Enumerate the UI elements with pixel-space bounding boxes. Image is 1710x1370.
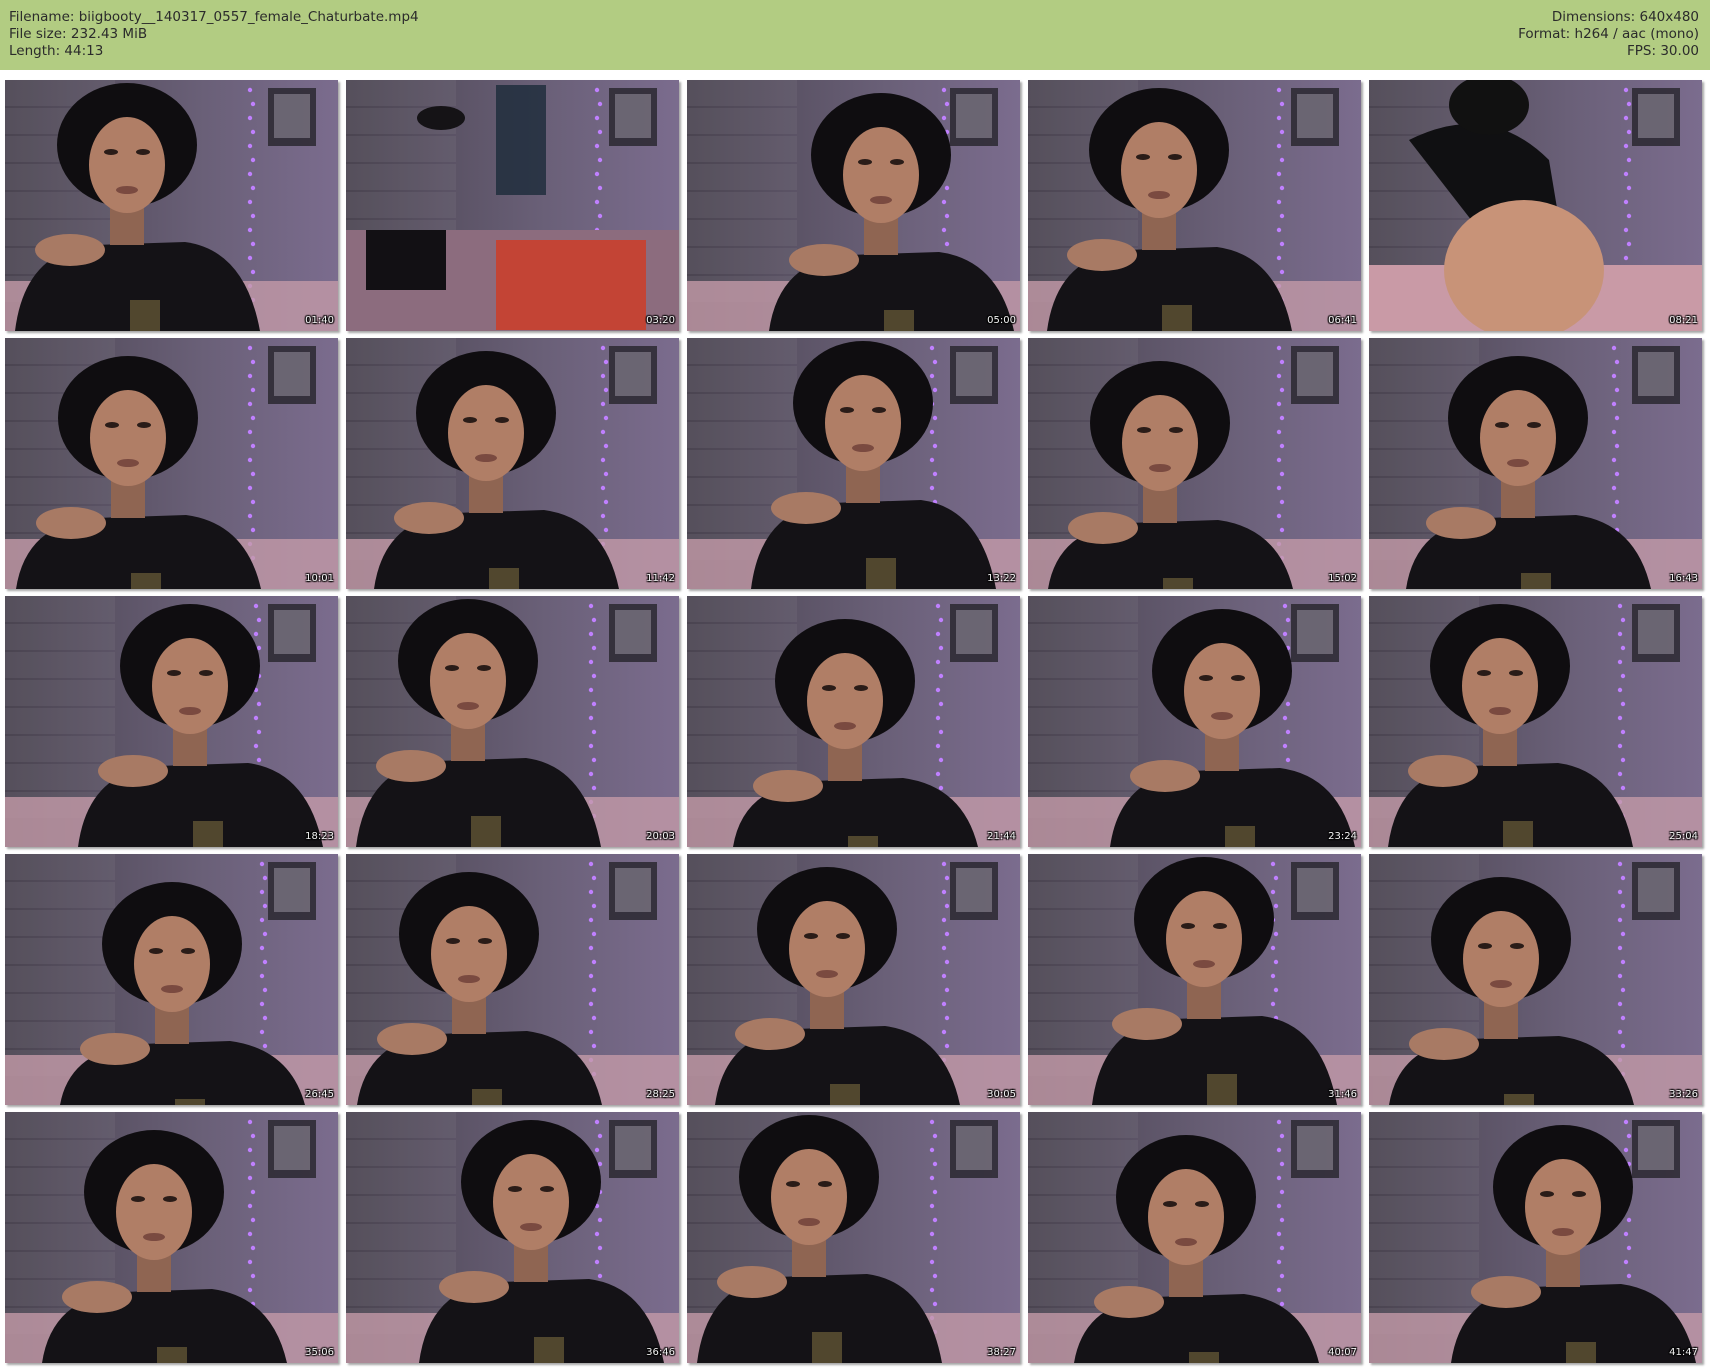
thumbnail-timestamp: 05:00 bbox=[987, 315, 1016, 326]
video-thumbnail: 05:00 bbox=[687, 80, 1020, 331]
filesize-text: File size: 232.43 MiB bbox=[9, 26, 148, 42]
frame-image bbox=[687, 596, 1020, 847]
length-text: Length: 44:13 bbox=[9, 43, 104, 59]
video-thumbnail: 26:45 bbox=[5, 854, 338, 1105]
thumbnail-timestamp: 03:20 bbox=[646, 315, 675, 326]
thumbnail-timestamp: 23:24 bbox=[1328, 831, 1357, 842]
video-thumbnail: 36:46 bbox=[346, 1112, 679, 1363]
video-thumbnail: 08:21 bbox=[1369, 80, 1702, 331]
thumbnail-timestamp: 11:42 bbox=[646, 573, 675, 584]
thumbnail-timestamp: 18:23 bbox=[305, 831, 334, 842]
video-thumbnail: 03:20 bbox=[346, 80, 679, 331]
video-thumbnail: 16:43 bbox=[1369, 338, 1702, 589]
thumbnail-timestamp: 08:21 bbox=[1669, 315, 1698, 326]
info-header: Filename: biigbooty__140317_0557_female_… bbox=[0, 0, 1710, 70]
frame-image bbox=[346, 338, 679, 589]
format-text: Format: h264 / aac (mono) bbox=[1518, 26, 1699, 42]
video-thumbnail: 31:46 bbox=[1028, 854, 1361, 1105]
thumbnail-timestamp: 40:07 bbox=[1328, 1347, 1357, 1358]
thumbnail-timestamp: 41:47 bbox=[1669, 1347, 1698, 1358]
frame-image bbox=[1028, 338, 1361, 589]
thumbnail-grid: 01:40 03:20 05:00 06:41 08:21 10:01 11:42 13:22… bbox=[5, 80, 1702, 1363]
video-thumbnail: 20:03 bbox=[346, 596, 679, 847]
thumbnail-timestamp: 35:06 bbox=[305, 1347, 334, 1358]
frame-image bbox=[346, 854, 679, 1105]
thumbnail-timestamp: 30:05 bbox=[987, 1089, 1016, 1100]
thumbnail-timestamp: 10:01 bbox=[305, 573, 334, 584]
video-thumbnail: 06:41 bbox=[1028, 80, 1361, 331]
thumbnail-timestamp: 25:04 bbox=[1669, 831, 1698, 842]
frame-image bbox=[687, 854, 1020, 1105]
thumbnail-timestamp: 26:45 bbox=[305, 1089, 334, 1100]
frame-image bbox=[5, 80, 338, 331]
video-thumbnail: 01:40 bbox=[5, 80, 338, 331]
frame-image bbox=[1028, 854, 1361, 1105]
video-thumbnail: 23:24 bbox=[1028, 596, 1361, 847]
fps-text: FPS: 30.00 bbox=[1627, 43, 1699, 59]
frame-image bbox=[5, 596, 338, 847]
frame-image bbox=[346, 596, 679, 847]
thumbnail-timestamp: 31:46 bbox=[1328, 1089, 1357, 1100]
frame-image bbox=[1369, 1112, 1702, 1363]
thumbnail-timestamp: 20:03 bbox=[646, 831, 675, 842]
frame-image bbox=[1028, 80, 1361, 331]
file-info: Filename: biigbooty__140317_0557_female_… bbox=[9, 9, 419, 60]
frame-image bbox=[1369, 80, 1702, 331]
video-thumbnail: 28:25 bbox=[346, 854, 679, 1105]
video-thumbnail: 25:04 bbox=[1369, 596, 1702, 847]
frame-image bbox=[687, 338, 1020, 589]
frame-image bbox=[1028, 596, 1361, 847]
dimensions-text: Dimensions: 640x480 bbox=[1551, 9, 1699, 25]
thumbnail-timestamp: 01:40 bbox=[305, 315, 334, 326]
frame-image bbox=[1028, 1112, 1361, 1363]
stream-info: Dimensions: 640x480 Format: h264 / aac (… bbox=[1518, 9, 1699, 60]
frame-image bbox=[346, 80, 679, 331]
thumbnail-timestamp: 38:27 bbox=[987, 1347, 1016, 1358]
thumbnail-timestamp: 36:46 bbox=[646, 1347, 675, 1358]
video-thumbnail: 33:26 bbox=[1369, 854, 1702, 1105]
thumbnail-timestamp: 06:41 bbox=[1328, 315, 1357, 326]
frame-image bbox=[1369, 338, 1702, 589]
frame-image bbox=[5, 1112, 338, 1363]
thumbnail-timestamp: 13:22 bbox=[987, 573, 1016, 584]
thumbnail-timestamp: 33:26 bbox=[1669, 1089, 1698, 1100]
video-thumbnail: 21:44 bbox=[687, 596, 1020, 847]
video-thumbnail: 40:07 bbox=[1028, 1112, 1361, 1363]
frame-image bbox=[5, 854, 338, 1105]
video-thumbnail: 15:02 bbox=[1028, 338, 1361, 589]
frame-image bbox=[687, 80, 1020, 331]
video-thumbnail: 38:27 bbox=[687, 1112, 1020, 1363]
video-thumbnail: 35:06 bbox=[5, 1112, 338, 1363]
filename-text: Filename: biigbooty__140317_0557_female_… bbox=[9, 9, 419, 25]
frame-image bbox=[687, 1112, 1020, 1363]
thumbnail-timestamp: 15:02 bbox=[1328, 573, 1357, 584]
video-thumbnail: 10:01 bbox=[5, 338, 338, 589]
video-thumbnail: 30:05 bbox=[687, 854, 1020, 1105]
video-thumbnail: 18:23 bbox=[5, 596, 338, 847]
thumbnail-timestamp: 28:25 bbox=[646, 1089, 675, 1100]
frame-image bbox=[346, 1112, 679, 1363]
video-thumbnail: 13:22 bbox=[687, 338, 1020, 589]
frame-image bbox=[5, 338, 338, 589]
video-thumbnail: 41:47 bbox=[1369, 1112, 1702, 1363]
frame-image bbox=[1369, 854, 1702, 1105]
thumbnail-timestamp: 16:43 bbox=[1669, 573, 1698, 584]
thumbnail-timestamp: 21:44 bbox=[987, 831, 1016, 842]
frame-image bbox=[1369, 596, 1702, 847]
video-thumbnail: 11:42 bbox=[346, 338, 679, 589]
